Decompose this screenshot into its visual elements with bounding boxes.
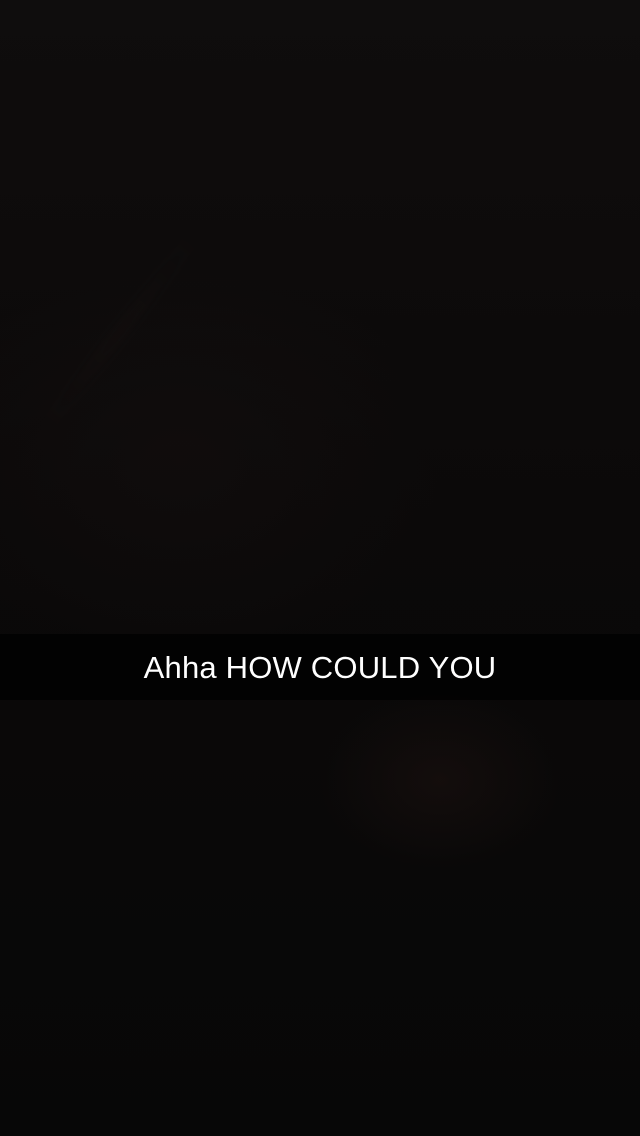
- background-light-streak: [36, 226, 204, 437]
- caption-bar: Ahha HOW COULD YOU: [0, 634, 640, 700]
- caption-text: Ahha HOW COULD YOU: [143, 649, 497, 685]
- snap-photo-view[interactable]: Ahha HOW COULD YOU: [0, 0, 640, 1136]
